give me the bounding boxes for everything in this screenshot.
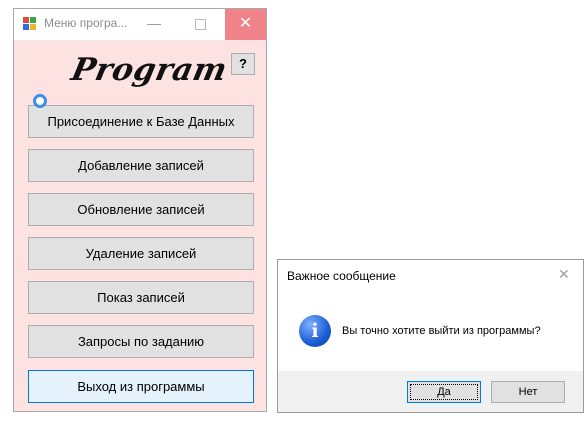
dialog-message: Вы точно хотите выйти из программы? <box>342 325 541 337</box>
title-bar[interactable]: Меню програ... — ✕ <box>14 9 266 40</box>
dialog-close-icon[interactable]: ✕ <box>558 266 570 283</box>
main-menu-window: Меню програ... — ✕ Program ? Присоединен… <box>13 8 267 412</box>
minimize-icon: — <box>147 15 161 31</box>
delete-records-button[interactable]: Удаление записей <box>28 237 254 270</box>
minimize-button[interactable]: — <box>134 9 174 40</box>
information-icon: i <box>299 315 331 347</box>
window-title: Меню програ... <box>44 16 128 30</box>
task-queries-button[interactable]: Запросы по заданию <box>28 325 254 358</box>
no-button[interactable]: Нет <box>491 381 565 403</box>
add-records-button[interactable]: Добавление записей <box>28 149 254 182</box>
app-icon <box>23 17 36 30</box>
busy-cursor-icon <box>33 94 47 108</box>
show-records-button[interactable]: Показ записей <box>28 281 254 314</box>
close-button[interactable]: ✕ <box>225 9 266 40</box>
yes-button[interactable]: Да <box>407 381 481 403</box>
exit-program-button[interactable]: Выход из программы <box>28 370 254 403</box>
dialog-title: Важное сообщение <box>287 269 396 283</box>
maximize-button[interactable] <box>180 9 220 40</box>
dialog-button-bar: Да Нет <box>278 371 583 412</box>
program-logo: Program <box>68 52 231 88</box>
close-icon: ✕ <box>238 15 253 32</box>
maximize-icon <box>194 18 206 30</box>
confirm-exit-dialog: Важное сообщение ✕ i Вы точно хотите вый… <box>277 259 584 413</box>
help-button[interactable]: ? <box>231 53 255 75</box>
connect-database-button[interactable]: Присоединение к Базе Данных <box>28 105 254 138</box>
update-records-button[interactable]: Обновление записей <box>28 193 254 226</box>
